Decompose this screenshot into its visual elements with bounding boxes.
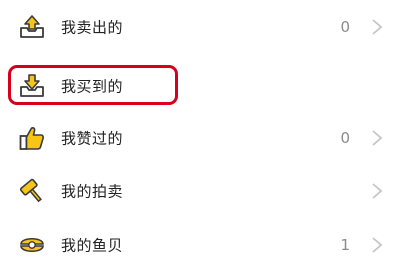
menu-item-label: 我的拍卖 <box>61 182 124 200</box>
menu-item-label: 我赞过的 <box>61 129 124 147</box>
menu-item-bought[interactable]: 我买到的 <box>0 59 400 112</box>
bought-box-icon <box>18 72 46 100</box>
chevron-right-icon <box>372 129 383 146</box>
menu-item-auction[interactable]: 我的拍卖 <box>0 164 400 217</box>
menu-item-count: 1 <box>340 235 350 254</box>
chevron-right-icon <box>372 236 383 253</box>
menu-item-shells[interactable]: 我的鱼贝 1 <box>0 218 400 271</box>
chevron-right-icon <box>372 182 383 199</box>
thumbs-up-icon <box>18 124 46 152</box>
menu-item-label: 我买到的 <box>61 77 124 95</box>
my-activity-list: 我卖出的 0 我买到的 我赞过的 0 我的拍卖 我的鱼贝 1 <box>0 0 400 266</box>
menu-item-count: 0 <box>340 17 350 36</box>
menu-item-label: 我的鱼贝 <box>61 236 124 254</box>
shell-coin-icon <box>18 231 46 259</box>
menu-item-count: 0 <box>340 128 350 147</box>
auction-hammer-icon <box>18 177 46 205</box>
menu-item-label: 我卖出的 <box>61 18 124 36</box>
chevron-right-icon <box>372 18 383 35</box>
menu-item-liked[interactable]: 我赞过的 0 <box>0 111 400 164</box>
menu-item-sold[interactable]: 我卖出的 0 <box>0 0 400 53</box>
sold-box-icon <box>18 13 46 41</box>
